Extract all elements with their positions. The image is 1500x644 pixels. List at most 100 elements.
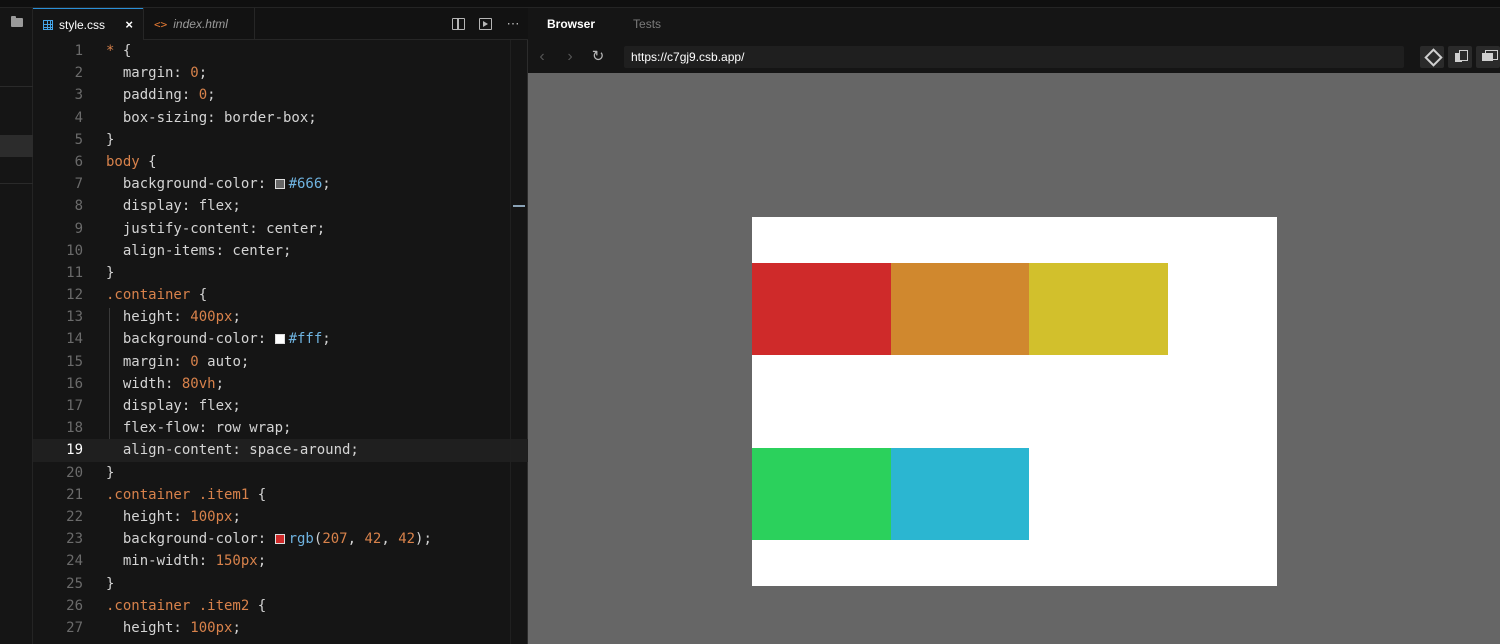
top-strip [0, 0, 1500, 8]
css-file-icon [43, 19, 53, 30]
split-editor-icon[interactable] [452, 18, 465, 30]
codesandbox-icon[interactable] [1420, 46, 1444, 68]
file-explorer-strip [0, 8, 33, 644]
browser-tab-bar: Browser Tests [528, 8, 1500, 40]
copy-icon[interactable] [1448, 46, 1472, 68]
line-number: 20 [66, 464, 83, 481]
code-line[interactable]: 5} [33, 129, 528, 151]
code-line[interactable]: 19 align-content: space-around; [33, 439, 528, 462]
code-line[interactable]: 18 flex-flow: row wrap; [33, 417, 528, 439]
code-line[interactable]: 10 align-items: center; [33, 240, 528, 262]
reload-icon[interactable]: ↻ [584, 41, 612, 73]
code-line[interactable]: 27 height: 100px; [33, 617, 528, 639]
code-text: .container .item2 { [106, 597, 267, 614]
line-number: 14 [66, 331, 83, 348]
code-line[interactable]: 4 box-sizing: border-box; [33, 107, 528, 129]
line-number: 17 [66, 398, 83, 414]
code-area[interactable]: 1 * {2 margin: 0; 3 padding: 0; 4 box-sizin… [33, 40, 528, 644]
url-input[interactable]: https://c7gj9.csb.app/ [624, 46, 1404, 68]
tab-style-css[interactable]: style.css × [33, 8, 143, 40]
line-number: 11 [66, 264, 83, 281]
code-line[interactable]: 8 display: flex; [33, 195, 528, 217]
line-number: 25 [66, 575, 83, 592]
line-number: 3 [74, 87, 83, 104]
code-text: background-color: #fff; [106, 331, 331, 348]
code-editor: style.css × <> index.html ⋯ 1 * { 2 margin… [33, 8, 528, 644]
code-text: background-color: #666; [106, 176, 331, 193]
code-line[interactable]: 16 width: 80vh; [33, 373, 528, 395]
browser-nav-bar: ‹ › ↻ https://c7gj9.csb.app/ [528, 41, 1500, 73]
code-text: box-sizing: border-box; [106, 109, 317, 126]
open-new-window-icon[interactable] [1476, 46, 1500, 68]
code-text: } [106, 264, 115, 281]
back-icon[interactable]: ‹ [528, 41, 556, 73]
code-line[interactable]: 17 display: flex; [33, 395, 528, 417]
code-text: * { [106, 43, 132, 59]
code-text: display: flex; [106, 198, 241, 215]
line-number: 2 [74, 65, 83, 82]
editor-scrollbar[interactable] [510, 40, 511, 644]
code-line[interactable]: 15 margin: 0 auto; [33, 351, 528, 373]
code-text: } [106, 464, 115, 481]
code-text: flex-flow: row wrap; [106, 420, 292, 437]
color-swatch-icon[interactable] [274, 334, 285, 345]
line-number: 19 [66, 442, 83, 459]
tree-row-selected[interactable] [0, 135, 33, 157]
tree-row[interactable] [0, 86, 33, 108]
folder-icon[interactable] [11, 16, 23, 27]
close-icon[interactable]: × [125, 17, 133, 32]
line-number: 12 [66, 287, 83, 304]
line-number: 18 [66, 420, 83, 437]
code-line[interactable]: 11} [33, 262, 528, 284]
code-line[interactable]: 24 min-width: 150px; [33, 550, 528, 572]
code-line[interactable]: 1 * { [33, 40, 528, 62]
code-text: } [106, 131, 115, 148]
line-number: 22 [66, 508, 83, 525]
line-number: 1 [74, 43, 83, 59]
code-line[interactable]: 21 .container .item1 { [33, 484, 528, 506]
tree-row[interactable] [0, 158, 33, 184]
color-swatch-icon[interactable] [274, 534, 285, 545]
code-line[interactable]: 9 justify-content: center; [33, 218, 528, 240]
code-text: justify-content: center; [106, 220, 326, 237]
code-text: .container { [106, 287, 208, 304]
code-line[interactable]: 13 height: 400px; [33, 306, 528, 328]
code-line[interactable]: 12 .container { [33, 284, 528, 306]
code-line[interactable]: 2 margin: 0; [33, 62, 528, 84]
code-line[interactable]: 22 height: 100px; [33, 506, 528, 528]
line-number: 24 [66, 553, 83, 570]
tab-browser[interactable]: Browser [528, 17, 614, 31]
code-text: } [106, 575, 115, 592]
tab-label: index.html [173, 17, 228, 31]
preview-item3 [1029, 263, 1168, 355]
code-text: align-content: space-around; [106, 442, 359, 459]
code-text: margin: 0 auto; [106, 353, 250, 370]
editor-actions: ⋯ [452, 8, 520, 40]
code-line[interactable]: 26 .container .item2 { [33, 595, 528, 617]
code-text: background-color: rgb(207, 42, 42); [106, 531, 432, 548]
line-number: 21 [66, 486, 83, 503]
more-options-icon[interactable]: ⋯ [506, 17, 520, 31]
code-line[interactable]: 25} [33, 573, 528, 595]
tab-index-html[interactable]: <> index.html [143, 8, 255, 40]
code-line[interactable]: 7 background-color: #666; [33, 173, 528, 195]
code-line[interactable]: 3 padding: 0; [33, 84, 528, 106]
line-number: 13 [66, 309, 83, 326]
code-line[interactable]: 14 background-color: #fff; [33, 328, 528, 350]
code-line[interactable]: 6 body { [33, 151, 528, 173]
tab-tests[interactable]: Tests [614, 17, 680, 31]
line-number: 6 [74, 153, 83, 170]
code-text: height: 100px; [106, 508, 241, 525]
code-line[interactable]: 23 background-color: rgb(207, 42, 42); [33, 528, 528, 550]
preview-viewport [528, 73, 1500, 644]
color-swatch-icon[interactable] [274, 179, 285, 190]
preview-item4 [752, 448, 891, 540]
preview-item5 [890, 448, 1029, 540]
line-number: 5 [74, 131, 83, 148]
code-text: padding: 0; [106, 87, 216, 104]
line-number: 23 [66, 531, 83, 548]
scrollbar-marker [513, 205, 525, 207]
code-line[interactable]: 20} [33, 462, 528, 484]
forward-icon[interactable]: › [556, 41, 584, 73]
open-preview-icon[interactable] [479, 18, 492, 30]
